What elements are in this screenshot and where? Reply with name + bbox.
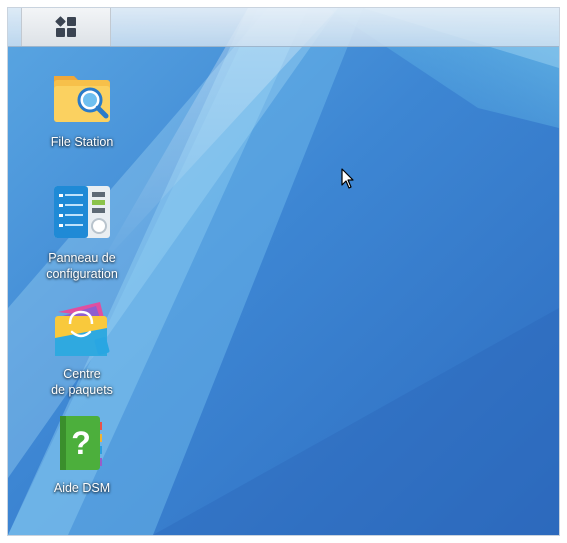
desktop-icon-file-station[interactable]: File Station — [30, 66, 134, 150]
desktop-icon-control-panel[interactable]: Panneau de configuration — [30, 182, 134, 282]
main-menu-button[interactable] — [21, 8, 111, 46]
shopping-bag-icon — [50, 298, 114, 362]
desktop-icon-label: Aide DSM — [53, 481, 111, 495]
desktop-icon-label: File Station — [50, 135, 114, 149]
mouse-cursor-icon — [341, 168, 354, 189]
grid-apps-icon — [55, 16, 77, 38]
dsm-window: File Station Panneau de configuration Ce… — [8, 8, 559, 535]
control-panel-icon — [50, 182, 114, 246]
folder-search-icon — [50, 66, 114, 130]
desktop-icon-label: Centre de paquets — [51, 367, 113, 397]
desktop-icon-dsm-help[interactable]: ? Aide DSM — [30, 412, 134, 496]
svg-text:?: ? — [71, 425, 91, 461]
desktop-icon-label: Panneau de configuration — [46, 251, 118, 281]
desktop-icon-package-center[interactable]: Centre de paquets — [30, 298, 134, 398]
help-book-icon: ? — [50, 412, 114, 476]
taskbar — [8, 8, 559, 47]
